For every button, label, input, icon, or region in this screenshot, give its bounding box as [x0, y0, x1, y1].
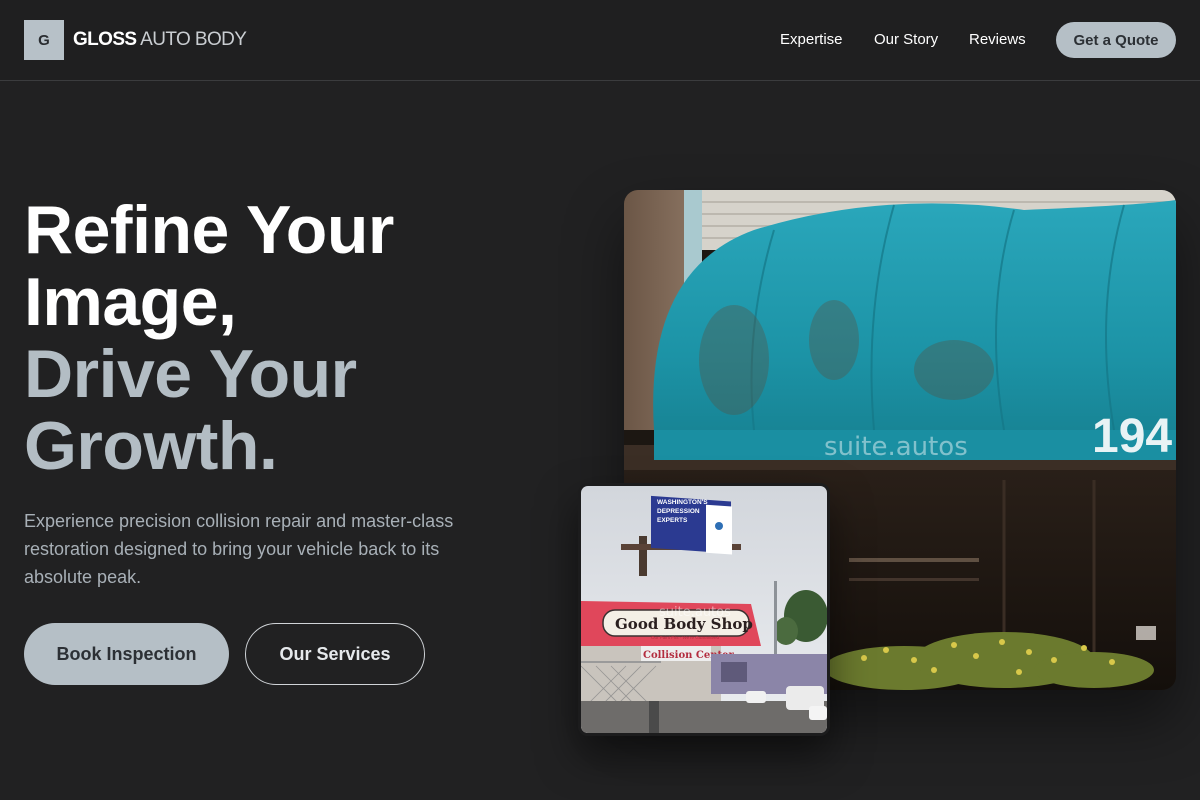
brand-name-light: AUTO BODY: [140, 29, 247, 50]
svg-text:EXPERTS: EXPERTS: [657, 517, 688, 524]
awning-number: 194: [1092, 410, 1172, 463]
hero-heading-accent-line-2: Growth.: [24, 408, 278, 484]
hero-heading-line-2: Image,: [24, 264, 237, 340]
svg-text:DEPRESSION: DEPRESSION: [657, 508, 700, 515]
inset-watermark: suite.autos: [659, 605, 731, 620]
site-header: G GLOSS AUTO BODY Expertise Our Story Re…: [0, 0, 1200, 81]
billboard: WASHINGTON'S DEPRESSION EXPERTS: [651, 495, 732, 555]
book-inspection-button[interactable]: Book Inspection: [24, 623, 229, 685]
hero-heading-line-1: Refine Your: [24, 192, 394, 268]
nav-reviews-link[interactable]: Reviews: [969, 29, 1026, 51]
our-services-button[interactable]: Our Services: [245, 623, 425, 685]
brand-name-strong: GLOSS: [73, 29, 137, 50]
hero-heading-accent-line-1: Drive Your: [24, 336, 357, 412]
svg-text:Our Paint Fits · We're Guarant: Our Paint Fits · We're Guaranteed: [651, 635, 720, 640]
svg-text:WASHINGTON'S: WASHINGTON'S: [657, 499, 708, 506]
get-a-quote-button[interactable]: Get a Quote: [1056, 22, 1176, 58]
body-shop-illustration: WASHINGTON'S DEPRESSION EXPERTS Good Bod…: [581, 486, 827, 733]
nav-expertise-link[interactable]: Expertise: [780, 29, 843, 51]
nav-our-story-link[interactable]: Our Story: [874, 29, 938, 51]
hero-description: Experience precision collision repair an…: [24, 511, 454, 587]
hero-heading: Refine Your Image, Drive Your Growth.: [24, 194, 544, 482]
inset-photo-body-shop: WASHINGTON'S DEPRESSION EXPERTS Good Bod…: [578, 483, 830, 736]
logo-mark[interactable]: G: [24, 20, 64, 60]
brand-name[interactable]: GLOSS AUTO BODY: [73, 29, 247, 51]
photo-watermark: suite.autos: [824, 432, 968, 462]
